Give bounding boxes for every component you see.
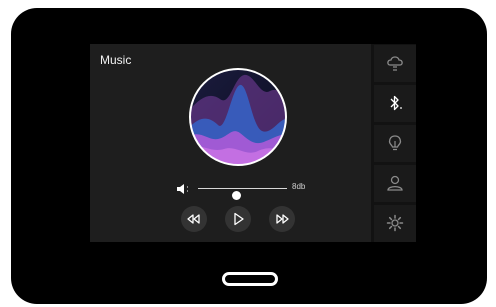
volume-level-label: 8db (292, 182, 306, 191)
speaker-icon (176, 182, 192, 194)
play-icon (234, 212, 244, 226)
sidebar-item-bluetooth[interactable] (374, 85, 416, 122)
music-panel: Music 8db (90, 44, 371, 242)
fast-forward-button[interactable] (269, 206, 295, 232)
waveform-artwork (189, 68, 287, 166)
rewind-button[interactable] (181, 206, 207, 232)
screen: Music 8db (90, 44, 416, 242)
page-title: Music (100, 53, 132, 67)
sidebar-item-settings[interactable] (374, 205, 416, 242)
device-frame: Music 8db (11, 8, 487, 304)
fast-forward-icon (276, 214, 289, 224)
home-button[interactable] (222, 272, 278, 286)
sidebar-item-user[interactable] (374, 165, 416, 202)
lightbulb-icon (388, 135, 402, 151)
play-button[interactable] (225, 206, 251, 232)
cloud-icon (387, 56, 403, 71)
sidebar-item-cloud[interactable] (374, 45, 416, 82)
bluetooth-icon (390, 95, 402, 111)
sidebar (374, 44, 416, 242)
user-icon (387, 175, 403, 191)
album-art (188, 67, 288, 167)
volume-slider-thumb[interactable] (232, 191, 242, 200)
gear-icon (386, 214, 404, 232)
volume-control: 8db (176, 181, 316, 200)
sidebar-item-light[interactable] (374, 125, 416, 162)
volume-slider[interactable] (198, 188, 287, 200)
rewind-icon (187, 214, 200, 224)
